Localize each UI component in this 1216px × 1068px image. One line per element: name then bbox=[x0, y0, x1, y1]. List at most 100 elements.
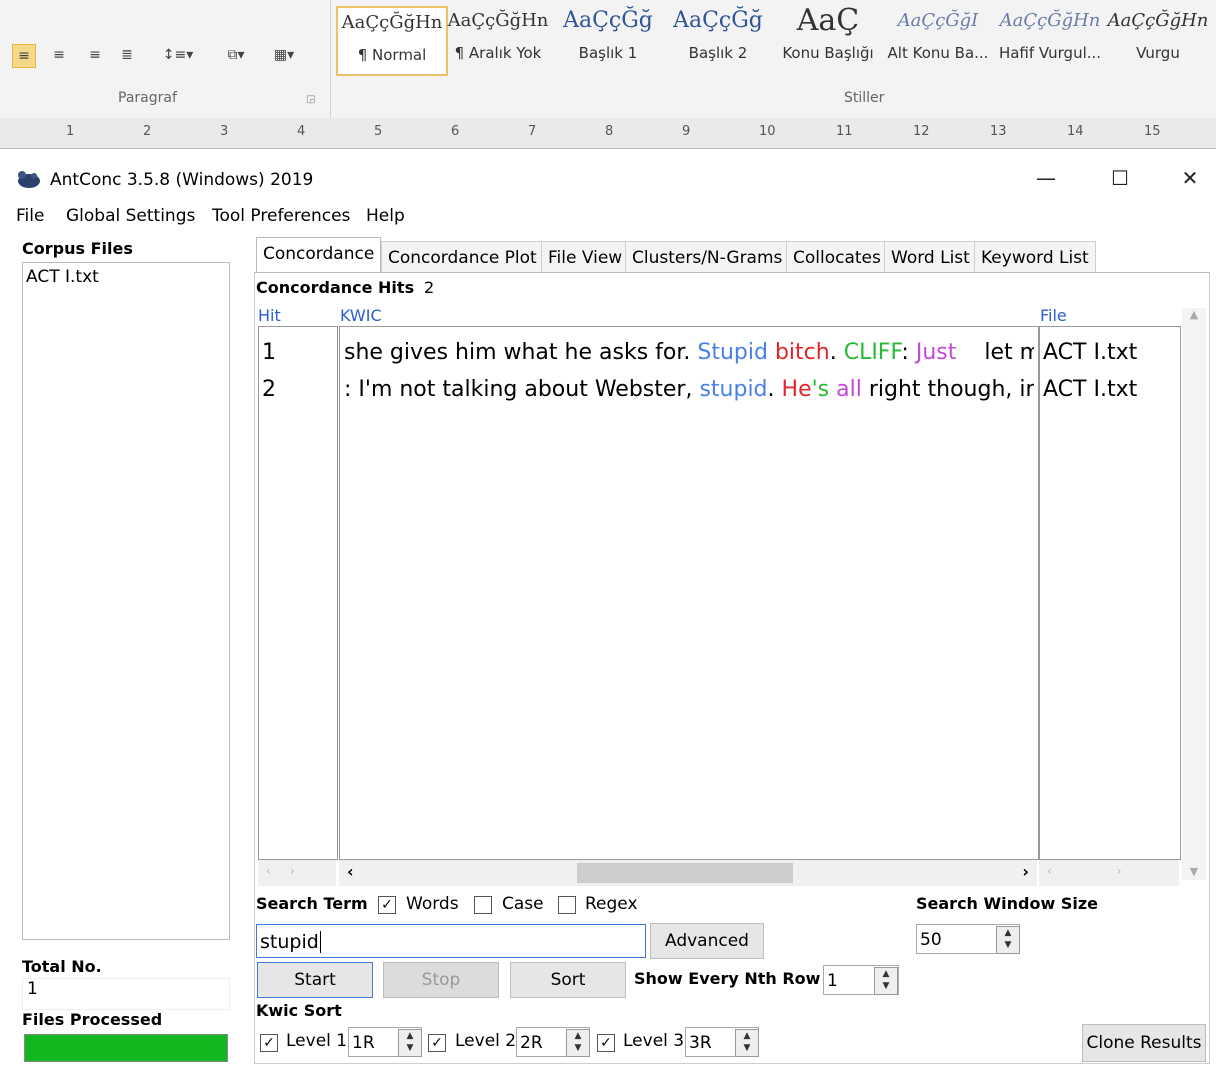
kwic-highlight: CLIFF bbox=[843, 340, 902, 365]
scroll-down-icon[interactable]: ▼ bbox=[1182, 865, 1206, 878]
hit-hscroll-arrows-icon[interactable]: ‹ › bbox=[258, 864, 295, 878]
kwic-hscroll-thumb[interactable] bbox=[577, 863, 793, 883]
file-hscroll-arrows-icon[interactable]: ‹ › bbox=[1039, 864, 1121, 878]
clone-results-button[interactable]: Clone Results bbox=[1082, 1024, 1206, 1062]
antconc-logo-icon bbox=[16, 168, 42, 190]
column-header-hit[interactable]: Hit bbox=[258, 306, 281, 325]
total-no-text: 1 bbox=[27, 979, 38, 999]
style-gallery-item[interactable]: AaÇçĞğHn ¶ Aralık Yok bbox=[444, 6, 552, 72]
tab-word-list[interactable]: Word List bbox=[884, 241, 977, 274]
hit-hscroll[interactable]: ‹ › bbox=[258, 860, 336, 886]
close-button[interactable]: ✕ bbox=[1170, 166, 1210, 196]
vertical-scrollbar[interactable]: ▲ ▼ bbox=[1182, 308, 1206, 880]
style-gallery-item[interactable]: AaÇçĞğHn Hafif Vurgul... bbox=[996, 6, 1104, 72]
ruler-mark: 6 bbox=[451, 124, 460, 139]
menu-tool-preferences[interactable]: Tool Preferences bbox=[212, 206, 350, 226]
style-sample: AaÇçĞğHn bbox=[1107, 10, 1209, 31]
ruler-mark: 10 bbox=[759, 124, 776, 139]
level2-checkbox[interactable]: ✓ bbox=[428, 1034, 446, 1052]
nth-row-spinner-icon[interactable]: ▲ ▼ bbox=[874, 967, 898, 995]
window-title: AntConc 3.5.8 (Windows) 2019 bbox=[50, 170, 314, 190]
advanced-button[interactable]: Advanced bbox=[650, 923, 764, 959]
paragraph-group-label: Paragraf bbox=[118, 90, 177, 106]
minimize-button[interactable]: — bbox=[1026, 166, 1066, 196]
dialog-launcher-icon[interactable]: ◲ bbox=[306, 94, 315, 105]
align-center-icon[interactable]: ≡ bbox=[48, 44, 70, 66]
scroll-right-icon[interactable]: › bbox=[1022, 862, 1029, 881]
styles-group-label: Stiller bbox=[844, 90, 885, 106]
level1-spinner-icon[interactable]: ▲ ▼ bbox=[398, 1029, 422, 1057]
kwic-highlight: Just bbox=[915, 340, 957, 365]
ruler-mark: 8 bbox=[605, 124, 614, 139]
level3-spinner-icon[interactable]: ▲ ▼ bbox=[735, 1029, 759, 1057]
tab-clusters-ngrams[interactable]: Clusters/N-Grams bbox=[625, 241, 790, 274]
corpus-file-item[interactable]: ACT I.txt bbox=[23, 263, 229, 291]
sort-button[interactable]: Sort bbox=[510, 962, 626, 998]
tab-concordance-plot[interactable]: Concordance Plot bbox=[381, 241, 544, 274]
column-header-kwic[interactable]: KWIC bbox=[340, 306, 382, 325]
window-size-spinner-icon[interactable]: ▲ ▼ bbox=[996, 926, 1020, 954]
stop-button[interactable]: Stop bbox=[383, 962, 499, 998]
level3-label: Level 3 bbox=[623, 1031, 685, 1051]
style-gallery-item[interactable]: AaÇçĞğ Başlık 1 bbox=[554, 6, 662, 72]
kwic-context: . bbox=[829, 340, 844, 365]
menu-file[interactable]: File bbox=[16, 206, 44, 226]
row-hit-number: 2 bbox=[262, 377, 276, 402]
start-button[interactable]: Start bbox=[257, 962, 373, 998]
style-gallery-item[interactable]: AaÇçĞğHn ¶ Normal bbox=[336, 6, 448, 76]
corpus-files-list[interactable]: ACT I.txt bbox=[22, 262, 230, 940]
style-gallery-item[interactable]: AaÇçĞğ Başlık 2 bbox=[664, 6, 772, 72]
kwic-highlight: stupid bbox=[699, 377, 768, 402]
row-file-name[interactable]: ACT I.txt bbox=[1043, 377, 1137, 402]
tab-keyword-list[interactable]: Keyword List bbox=[974, 241, 1096, 274]
search-window-size-label: Search Window Size bbox=[916, 894, 1098, 913]
menu-global-settings[interactable]: Global Settings bbox=[66, 206, 195, 226]
kwic-panel[interactable] bbox=[339, 326, 1039, 860]
level3-text: 3R bbox=[689, 1033, 712, 1053]
tab-concordance[interactable]: Concordance bbox=[256, 237, 382, 274]
row-kwic-text[interactable]: she gives him what he asks for. Stupid b… bbox=[344, 340, 1034, 365]
file-hscroll[interactable]: ‹ › bbox=[1039, 860, 1179, 886]
word-ribbon: ≡ ≡ ≡ ≣ ↕≡▾ ⧉▾ ▦▾ Paragraf ◲ AaÇçĞğHn ¶ N… bbox=[0, 0, 1216, 119]
shading-icon[interactable]: ⧉▾ bbox=[216, 44, 256, 66]
case-checkbox[interactable] bbox=[474, 896, 492, 914]
words-label: Words bbox=[406, 894, 459, 914]
words-checkbox[interactable]: ✓ bbox=[378, 896, 396, 914]
borders-icon[interactable]: ▦▾ bbox=[264, 44, 304, 66]
style-gallery-item[interactable]: AaÇçĞğHn Vurgu bbox=[1104, 6, 1212, 72]
nth-row-label: Show Every Nth Row bbox=[634, 969, 821, 988]
kwic-highlight: Stupid bbox=[697, 340, 768, 365]
column-header-file[interactable]: File bbox=[1040, 306, 1067, 325]
tab-file-view[interactable]: File View bbox=[541, 241, 630, 274]
kwic-context: : I'm not talking about Webster, bbox=[344, 377, 700, 402]
style-gallery-item[interactable]: AaÇçĞğI Alt Konu Ba... bbox=[884, 6, 992, 72]
justify-icon[interactable]: ≣ bbox=[116, 44, 138, 66]
hit-column-panel[interactable] bbox=[258, 326, 338, 860]
kwic-highlight: He bbox=[781, 377, 812, 402]
file-column-panel[interactable] bbox=[1039, 326, 1181, 860]
level1-checkbox[interactable]: ✓ bbox=[260, 1034, 278, 1052]
row-kwic-text[interactable]: : I'm not talking about Webster, stupid.… bbox=[344, 377, 1034, 402]
ruler-mark: 2 bbox=[143, 124, 152, 139]
style-gallery-item[interactable]: AaÇ Konu Başlığı bbox=[774, 6, 882, 72]
search-term-input[interactable]: stupid bbox=[256, 924, 646, 958]
ruler-mark: 11 bbox=[836, 124, 853, 139]
level2-spinner-icon[interactable]: ▲ ▼ bbox=[566, 1029, 590, 1057]
line-spacing-icon[interactable]: ↕≡▾ bbox=[160, 44, 196, 66]
kwic-hscroll[interactable]: ‹ › bbox=[339, 860, 1037, 886]
files-processed-progress-bar bbox=[24, 1034, 228, 1062]
scroll-up-icon[interactable]: ▲ bbox=[1182, 308, 1206, 321]
scroll-left-icon[interactable]: ‹ bbox=[347, 862, 354, 881]
row-file-name[interactable]: ACT I.txt bbox=[1043, 340, 1137, 365]
align-right-icon[interactable]: ≡ bbox=[84, 44, 106, 66]
style-name: Konu Başlığı bbox=[782, 44, 874, 62]
style-sample: AaÇçĞğI bbox=[897, 10, 979, 31]
kwic-context: right though, in h bbox=[868, 377, 1034, 402]
kwic-highlight: bitch bbox=[774, 340, 830, 365]
align-left-icon[interactable]: ≡ bbox=[12, 44, 36, 68]
tab-collocates[interactable]: Collocates bbox=[786, 241, 888, 274]
level3-checkbox[interactable]: ✓ bbox=[597, 1034, 615, 1052]
menu-help[interactable]: Help bbox=[366, 206, 405, 226]
maximize-button[interactable]: ☐ bbox=[1100, 166, 1140, 196]
regex-checkbox[interactable] bbox=[558, 896, 576, 914]
